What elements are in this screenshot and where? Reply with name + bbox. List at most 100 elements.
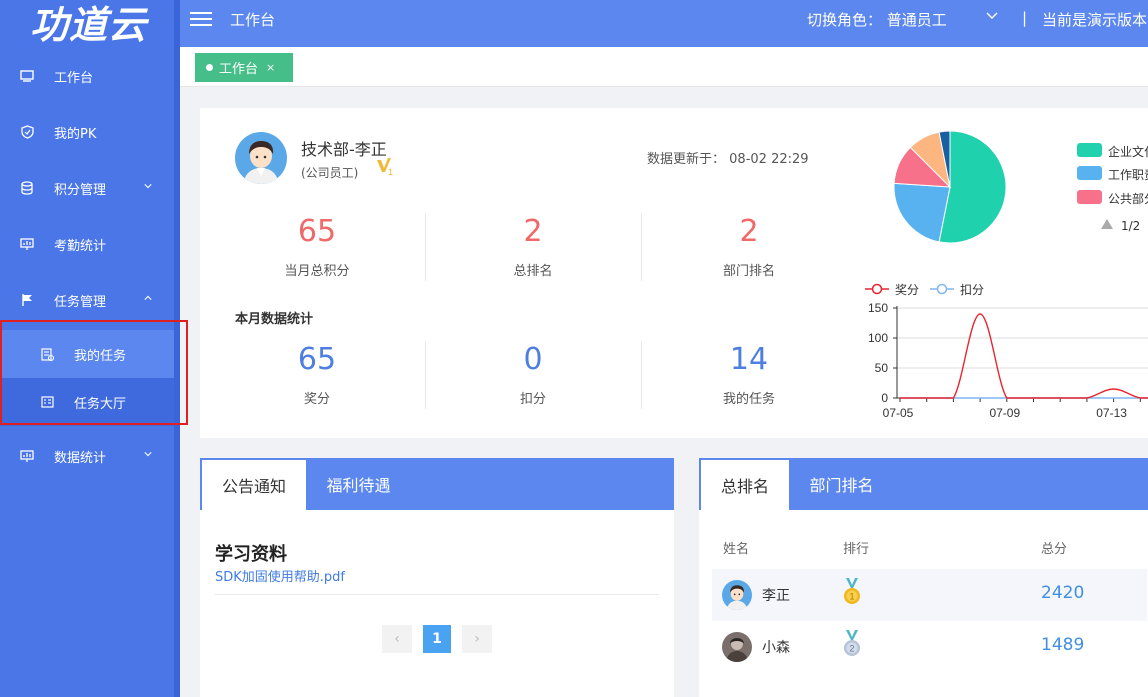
pie-chart (893, 130, 1007, 244)
legend-swatch[interactable] (1077, 190, 1102, 204)
chevron-up-icon (144, 295, 152, 300)
legend-label[interactable]: 企业文化 (1108, 143, 1148, 160)
close-icon[interactable]: × (266, 61, 275, 74)
rank-name: 李正 (762, 588, 790, 604)
sidebar-item-label: 任务管理 (54, 294, 107, 310)
stat-value: 65 (297, 342, 337, 377)
x-tick-label: 07-09 (989, 406, 1020, 420)
legend-label: 奖分 (895, 283, 919, 297)
rank-score: 2420 (1041, 583, 1085, 603)
legend-label[interactable]: 公共部分 (1108, 190, 1148, 207)
rank-name: 小森 (762, 640, 790, 656)
chevron-down-icon (144, 452, 152, 457)
avatar (722, 580, 752, 610)
tab-total-ranking[interactable]: 总排名 (701, 460, 789, 510)
section-title: 本月数据统计 (235, 312, 314, 327)
y-tick-label: 150 (868, 301, 888, 315)
menu-toggle-icon[interactable] (190, 9, 212, 27)
notice-file-link[interactable]: SDK加固使用帮助.pdf (215, 566, 345, 585)
stat-label: 我的任务 (722, 392, 775, 407)
stat-label: 部门排名 (722, 264, 775, 279)
role-switcher-label: 切换角色： (807, 11, 883, 29)
monitor-icon (20, 69, 34, 83)
vip-level-icon: 1 (375, 156, 395, 180)
role-switcher[interactable]: 切换角色： 普通员工 (807, 9, 947, 30)
tab-benefits[interactable]: 福利待遇 (306, 458, 411, 510)
medal-number: 1 (849, 592, 854, 602)
sidebar-item-workbench[interactable]: 工作台 (0, 48, 174, 104)
legend-swatch[interactable] (1077, 143, 1102, 157)
column-header-rank: 排行 (843, 542, 870, 557)
sidebar-item-label: 工作台 (54, 70, 94, 86)
legend-pager: 1/2 (1121, 219, 1141, 233)
stat-value: 14 (729, 342, 769, 377)
notice-title[interactable]: 学习资料 (215, 540, 287, 566)
flag-icon (20, 293, 34, 307)
sidebar-item-label: 积分管理 (54, 182, 107, 198)
rank-score: 1489 (1041, 635, 1085, 655)
legend-label: 扣分 (960, 283, 984, 297)
tab-announcements[interactable]: 公告通知 (202, 460, 306, 510)
notice-panel: 公告通知 福利待遇 学习资料 SDK加固使用帮助.pdf ‹ 1 › (200, 458, 674, 697)
sidebar-item-label: 考勤统计 (54, 238, 107, 254)
next-page-button[interactable]: › (462, 625, 492, 653)
legend-label[interactable]: 工作职责 (1108, 166, 1148, 183)
y-tick-label: 50 (875, 361, 889, 375)
user-role: (公司员工) (301, 166, 359, 180)
dashboard-card: 技术部-李正 (公司员工) 1 数据更新于： 08-02 22:29 65 当月… (200, 108, 1148, 438)
highlight-annotation-box (0, 320, 188, 425)
x-tick-label: 07-13 (1096, 406, 1127, 420)
tab-label: 工作台 (219, 62, 259, 77)
stat-total-rank: 2 总排名 (425, 214, 641, 279)
stat-value: 2 (523, 214, 543, 249)
chevron-down-icon (144, 184, 152, 189)
legend-prev-page-icon[interactable] (1100, 218, 1114, 230)
version-notice: 当前是演示版本 (1042, 11, 1148, 29)
stat-deduct-points: 0 扣分 (425, 342, 641, 407)
sidebar-item-label: 我的PK (54, 126, 97, 142)
stat-label: 扣分 (519, 392, 546, 407)
column-header-name: 姓名 (723, 542, 750, 557)
active-dot-icon (206, 64, 213, 71)
sidebar-item-label: 数据统计 (54, 450, 107, 466)
prev-page-button[interactable]: ‹ (382, 625, 412, 653)
app-logo: 功道云 (30, 3, 148, 47)
column-header-score: 总分 (1041, 542, 1068, 557)
table-row: 小森 2 1489 (712, 621, 1147, 673)
sidebar-item-attendance[interactable]: 考勤统计 (0, 216, 174, 272)
shield-icon (20, 125, 34, 139)
y-tick-label: 100 (868, 331, 888, 345)
legend-item[interactable]: 扣分 (930, 283, 984, 297)
tab-dept-ranking[interactable]: 部门排名 (789, 458, 894, 510)
role-switcher-value: 普通员工 (886, 11, 947, 29)
line-chart: 奖分扣分05010015007-0507-0907-1307-1707-21 (865, 283, 1148, 420)
topbar-divider: | (1022, 9, 1028, 27)
tab-strip: 工作台 × (180, 47, 1148, 87)
sidebar-item-data-stats[interactable]: 数据统计 (0, 428, 174, 484)
stat-label: 总排名 (513, 264, 553, 279)
vip-level-number: 1 (388, 167, 393, 176)
stat-value: 65 (297, 214, 337, 249)
ranking-panel: 总排名 部门排名 姓名 排行 总分 李正 1 2420 小森 2 1489 (699, 458, 1148, 697)
stat-value: 2 (739, 214, 759, 249)
stat-monthly-points: 65 当月总积分 (209, 214, 425, 279)
series-line[interactable] (900, 313, 1148, 399)
chevron-down-icon[interactable] (986, 12, 998, 20)
tab-workbench[interactable]: 工作台 × (195, 53, 293, 82)
legend-item[interactable]: 奖分 (865, 283, 919, 297)
sidebar-item-my-pk[interactable]: 我的PK (0, 104, 174, 160)
avatar (722, 632, 752, 662)
update-value: 08-02 22:29 (729, 152, 809, 167)
page-number-button[interactable]: 1 (423, 625, 451, 653)
stat-reward-points: 65 奖分 (209, 342, 425, 407)
stat-label: 当月总积分 (284, 264, 350, 279)
stat-dept-rank: 2 部门排名 (641, 214, 857, 279)
chart-screen-icon (20, 449, 34, 463)
y-tick-label: 0 (881, 391, 888, 405)
medal-number: 2 (849, 644, 854, 654)
stat-value: 0 (523, 342, 543, 377)
table-row: 李正 1 2420 (712, 569, 1147, 621)
legend-swatch[interactable] (1077, 166, 1102, 180)
sidebar-item-points[interactable]: 积分管理 (0, 160, 174, 216)
stat-my-tasks[interactable]: 14 我的任务 (641, 342, 857, 407)
